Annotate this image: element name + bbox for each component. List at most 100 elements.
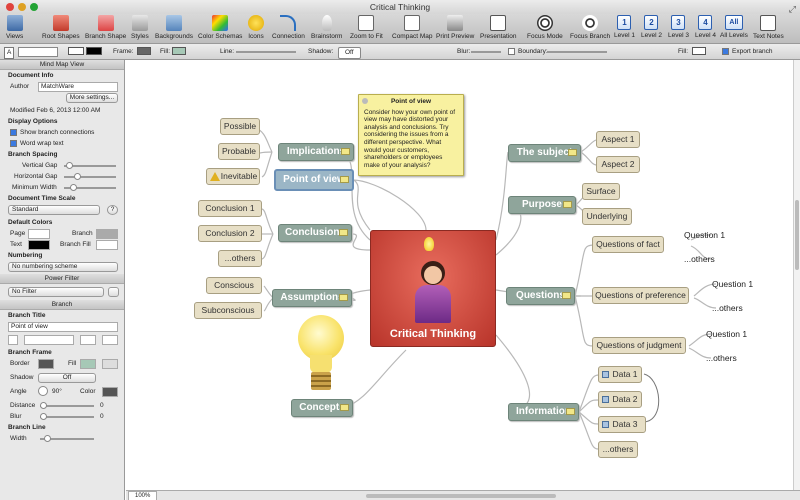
topic-data-3[interactable]: Data 3	[598, 416, 646, 433]
topic-questions-of-judgment[interactable]: Questions of judgment	[592, 337, 686, 354]
color-schemas-button[interactable]: Color Schemas	[198, 15, 242, 40]
icons-button[interactable]: Icons	[248, 15, 264, 40]
topic-underlying[interactable]: Underlying	[582, 208, 632, 225]
views-button[interactable]: Views	[6, 15, 23, 40]
filter-menu-button[interactable]	[108, 287, 119, 297]
branch-shape-button[interactable]: Branch Shape	[85, 15, 126, 40]
power-filter-header[interactable]: Power Filter	[0, 274, 124, 284]
numbering-select[interactable]: No numbering scheme	[8, 262, 118, 272]
question-preference-q1[interactable]: Question 1	[712, 279, 753, 289]
question-preference-others[interactable]: ...others	[712, 303, 743, 313]
topic-subconscious[interactable]: Subconscious	[194, 302, 262, 319]
mind-map-view-header[interactable]: Mind Map View	[0, 60, 124, 70]
boundary-slider[interactable]	[547, 51, 607, 53]
angle-dial[interactable]	[38, 386, 48, 396]
connection-button[interactable]: Connection	[272, 15, 305, 40]
branch-fill-swatch[interactable]	[96, 240, 118, 250]
topic-data-2[interactable]: Data 2	[598, 391, 642, 408]
focus-mode-button[interactable]: Focus Mode	[527, 15, 563, 40]
branch-text-color-swatch[interactable]	[80, 335, 96, 345]
branch-purpose[interactable]: Purpose	[508, 196, 576, 214]
close-note-icon[interactable]	[362, 98, 368, 104]
export-branch-checkbox[interactable]: Export branch	[722, 47, 772, 57]
brainstorm-button[interactable]: Brainstorm	[311, 15, 342, 40]
distance-slider[interactable]	[40, 402, 94, 409]
vertical-gap-slider[interactable]	[64, 162, 116, 169]
focus-branch-button[interactable]: Focus Branch	[570, 15, 610, 40]
shadow-select[interactable]: Off	[338, 47, 361, 59]
horizontal-gap-slider[interactable]	[64, 173, 116, 180]
text-align-group[interactable]	[18, 47, 58, 57]
topic-conclusion-1[interactable]: Conclusion 1	[198, 200, 262, 217]
zoom-select[interactable]: 100%	[128, 491, 158, 500]
topic-aspect-2[interactable]: Aspect 2	[596, 156, 640, 173]
zoom-window-button[interactable]	[30, 3, 38, 11]
root-shapes-button[interactable]: Root Shapes	[42, 15, 80, 40]
time-scale-select[interactable]: Standard	[8, 205, 100, 215]
topic-surface[interactable]: Surface	[582, 183, 620, 200]
minimum-width-slider[interactable]	[64, 184, 116, 191]
branch-concepts[interactable]: Concepts	[291, 399, 353, 417]
show-branch-checkbox[interactable]: Show branch connections	[0, 127, 124, 138]
zoom-to-fit-button[interactable]: Zoom to Fit	[350, 15, 383, 40]
level-4-button[interactable]: 4 Level 4	[695, 15, 716, 39]
author-field[interactable]: MatchWare	[38, 82, 118, 92]
text-color-swatch[interactable]	[68, 47, 102, 57]
topic-questions-of-preference[interactable]: Questions of preference	[592, 287, 689, 304]
italic-button[interactable]	[8, 335, 18, 345]
word-wrap-checkbox[interactable]: Word wrap text	[0, 138, 124, 149]
branch-title-field[interactable]: Point of view	[8, 322, 118, 332]
mind-map-canvas[interactable]: Critical Thinking Point of view Consider…	[126, 60, 800, 490]
branch-implications[interactable]: Implications	[278, 143, 354, 161]
vertical-scrollbar[interactable]	[793, 60, 800, 490]
backgrounds-button[interactable]: Backgrounds	[155, 15, 193, 40]
frame-color-swatch[interactable]	[137, 47, 151, 57]
topic-conclusion-2[interactable]: Conclusion 2	[198, 225, 262, 242]
all-levels-button[interactable]: All All Levels	[720, 15, 748, 39]
filter-select[interactable]: No Filter	[8, 287, 104, 297]
topic-probable[interactable]: Probable	[218, 143, 260, 160]
line-width-slider[interactable]	[236, 51, 296, 53]
branch-panel-header[interactable]: Branch	[0, 300, 124, 310]
more-settings-button[interactable]: More settings...	[66, 93, 118, 103]
text-note-popup[interactable]: Point of view Consider how your own poin…	[358, 94, 464, 176]
branch-questions[interactable]: Questions	[506, 287, 575, 305]
topic-conclusions-others[interactable]: ...others	[218, 250, 262, 267]
branch-information[interactable]: Information	[508, 403, 579, 421]
topic-questions-of-fact[interactable]: Questions of fact	[592, 236, 664, 253]
branch-conclusions[interactable]: Conclusions	[278, 224, 352, 242]
styles-button[interactable]: Styles	[131, 15, 149, 40]
blur-slider-sidebar[interactable]	[40, 413, 94, 420]
minimize-window-button[interactable]	[18, 3, 26, 11]
question-judgment-q1[interactable]: Question 1	[706, 329, 747, 339]
level-1-button[interactable]: 1 Level 1	[614, 15, 635, 39]
level-3-button[interactable]: 3 Level 3	[668, 15, 689, 39]
topic-inevitable[interactable]: Inevitable	[206, 168, 260, 185]
branch-align-group[interactable]	[24, 335, 74, 345]
boundary-checkbox[interactable]: Boundary:	[508, 47, 548, 57]
line-width-slider-sidebar[interactable]	[40, 435, 94, 442]
frame-fill-swatch[interactable]	[80, 359, 96, 369]
question-judgment-others[interactable]: ...others	[706, 353, 737, 363]
question-fact-q1[interactable]: Question 1	[684, 230, 725, 240]
branch-point-of-view[interactable]: Point of view	[274, 169, 354, 191]
fill-options-swatch[interactable]	[102, 359, 118, 369]
topic-conscious[interactable]: Conscious	[206, 277, 262, 294]
shadow-color-swatch[interactable]	[102, 387, 118, 397]
horizontal-scroll-thumb[interactable]	[366, 494, 556, 498]
branch-text-style-swatch[interactable]	[102, 335, 118, 345]
help-button[interactable]: ?	[107, 205, 118, 215]
close-window-button[interactable]	[6, 3, 14, 11]
topic-data-1[interactable]: Data 1	[598, 366, 642, 383]
font-button[interactable]: A	[4, 47, 15, 59]
branch-assumptions[interactable]: Assumptions	[272, 289, 352, 307]
topic-information-others[interactable]: ...others	[598, 441, 638, 458]
print-preview-button[interactable]: Print Preview	[436, 15, 474, 40]
border-color-swatch[interactable]	[38, 359, 54, 369]
question-fact-others[interactable]: ...others	[684, 254, 715, 264]
text-notes-button[interactable]: Text Notes	[753, 15, 784, 40]
shadow-select[interactable]: Off	[38, 373, 96, 383]
blur-slider[interactable]	[471, 51, 501, 53]
central-topic[interactable]: Critical Thinking	[370, 230, 496, 347]
boundary-fill-swatch[interactable]	[692, 47, 706, 57]
